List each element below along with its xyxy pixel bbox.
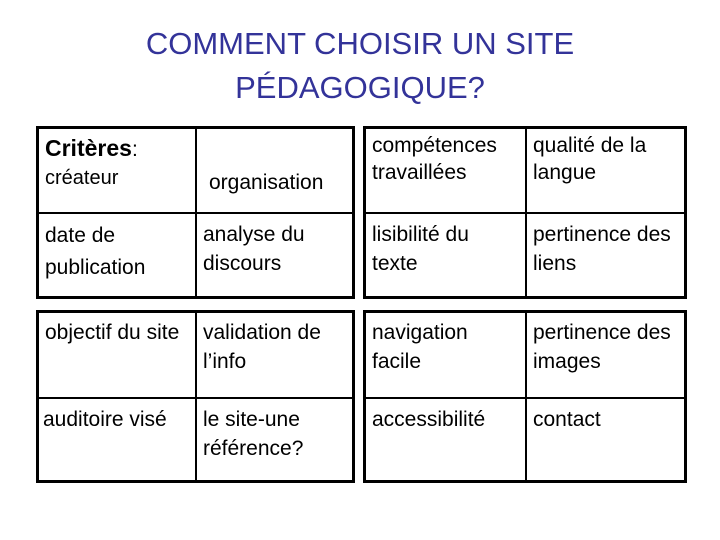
- criteria-box-bottom-left: objectif du site validation de l’info au…: [36, 310, 355, 483]
- cell-pertinence-images: pertinence des images: [533, 321, 671, 373]
- cell-contact: contact: [533, 408, 601, 431]
- slide-title: COMMENT CHOISIR UN SITE PÉDAGOGIQUE?: [145, 26, 575, 105]
- criteria-box-top-right: compétences travaillées qualité de la la…: [363, 126, 687, 299]
- cell-competences: compétences travaillées: [372, 134, 497, 184]
- cell-auditoire: auditoire visé: [43, 408, 167, 431]
- cell-analyse-discours: analyse du discours: [203, 223, 305, 275]
- cell-objectif: objectif du site: [45, 321, 180, 344]
- criteria-box-bottom-right: navigation facile pertinence des images …: [363, 310, 687, 483]
- cell-date-publication: date de publication: [45, 224, 146, 279]
- cell-accessibilite: accessibilité: [372, 408, 486, 431]
- cell-qualite-langue: qualité de la langue: [533, 134, 647, 184]
- cell-criteres: Critères: créateur: [45, 135, 138, 189]
- criteria-box-top-left: Critères: créateur organisation date de …: [36, 126, 355, 299]
- cell-pertinence-liens: pertinence des liens: [533, 223, 671, 275]
- cell-lisibilite: lisibilité du texte: [372, 223, 469, 275]
- cell-organisation: organisation: [209, 171, 324, 194]
- cell-reference: le site-une référence?: [203, 408, 304, 460]
- cell-navigation: navigation facile: [372, 321, 468, 373]
- cell-validation: validation de l’info: [203, 321, 321, 373]
